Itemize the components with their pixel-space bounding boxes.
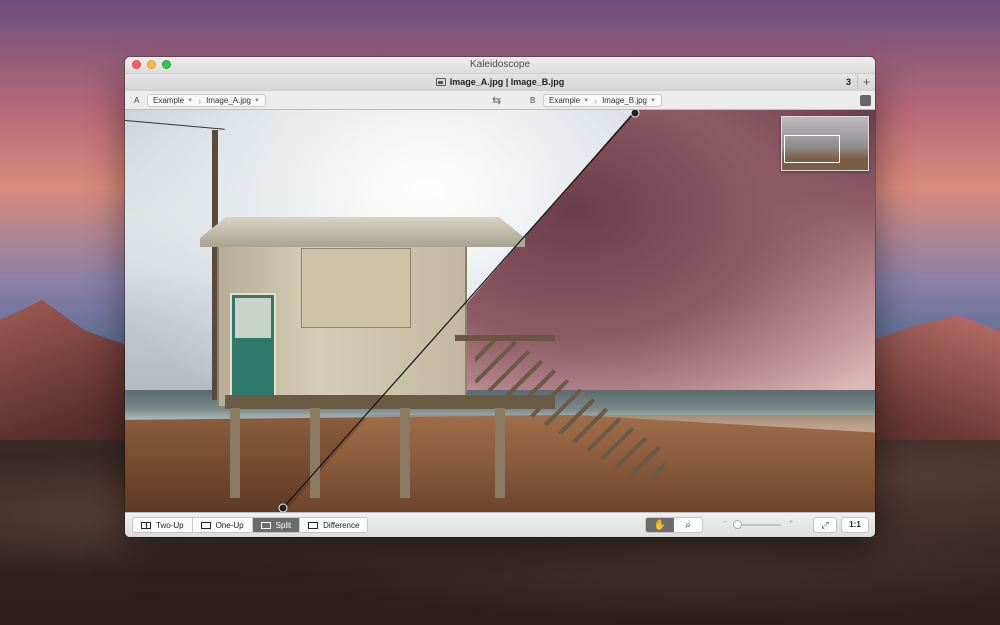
magnifier-icon: ⌕ [685,519,691,531]
tab-bar: Image_A.jpg | Image_B.jpg 3 + [125,73,875,90]
image-file-icon [435,78,446,86]
zoom-button[interactable] [162,60,171,69]
window-title: Kaleidoscope [469,59,531,70]
minimize-button[interactable] [147,60,156,69]
hut-sign-map [235,298,271,338]
chevron-down-icon: ▼ [254,97,260,104]
tab-title: Image_A.jpg | Image_B.jpg [449,77,565,87]
zoom-slider[interactable]: − + [723,519,793,530]
hand-icon: ✋ [653,519,667,531]
add-tab-button[interactable]: + [857,74,875,90]
hut-leg [310,408,320,498]
hut-warning-panel [301,248,411,328]
one-up-icon [200,521,211,529]
fit-icon: ⤢ [821,520,829,530]
mode-two-up-label: Two-Up [156,520,184,530]
hut-deck [225,395,555,409]
hut-leg [495,408,505,498]
chevron-down-icon: ▼ [583,97,590,104]
breadcrumb-a-file[interactable]: Image_A.jpg ▼ [201,96,265,105]
two-up-icon [141,521,151,529]
chevron-down-icon: ▼ [650,97,656,104]
breadcrumb-b-file-label: Image_B.jpg [602,96,647,105]
tab-count-badge: 3 [845,77,851,87]
hut-leg [230,408,240,498]
tool-segmented: ✋ ⌕ [645,517,703,533]
mode-split[interactable]: Split [252,518,301,532]
hut-leg [400,408,410,498]
zoom-tool-button[interactable]: ⌕ [674,518,702,532]
close-button[interactable] [132,60,141,69]
side-b-label: B [530,96,536,105]
side-a-label: A [134,96,140,105]
navigator-thumbnail[interactable] [781,116,869,171]
deck-railing [455,335,555,341]
navigator-viewport[interactable] [784,135,840,163]
swap-icon[interactable]: ⇆ [492,94,501,107]
breadcrumb-b-folder[interactable]: Example ▼ [544,96,594,105]
image-viewer[interactable] [125,110,875,512]
mode-one-up-label: One-Up [215,520,244,530]
split-icon [260,521,271,529]
mode-one-up[interactable]: One-Up [193,518,253,532]
breadcrumb-a-folder-label: Example [153,96,185,105]
breadcrumb-b-file[interactable]: Image_B.jpg ▼ [597,96,661,105]
traffic-lights [132,60,171,69]
pan-tool-button[interactable]: ✋ [646,518,674,532]
zoom-out-icon: − [723,519,728,526]
view-mode-segmented: Two-Up One-Up Split Difference [132,517,369,533]
hut-roof [200,217,525,247]
breadcrumb-a-folder[interactable]: Example ▼ [148,96,198,105]
title-bar[interactable]: Kaleidoscope [125,57,875,73]
fit-to-window-button[interactable]: ⤢ [813,517,837,533]
mode-difference[interactable]: Difference [300,518,367,532]
mode-two-up[interactable]: Two-Up [133,518,193,532]
breadcrumb-a-file-label: Image_A.jpg [206,96,251,105]
difference-icon [308,521,319,529]
mode-difference-label: Difference [323,520,360,530]
mode-split-label: Split [275,520,292,530]
breadcrumb-b-folder-label: Example [549,96,581,105]
comparison-tab[interactable]: Image_A.jpg | Image_B.jpg [435,77,565,87]
path-bar: A Example ▼ › Image_A.jpg ▼ ⇆ B Example ▼ ›… [125,90,875,110]
breadcrumb-a: Example ▼ › Image_A.jpg ▼ [147,94,266,107]
chevron-down-icon: ▼ [187,97,194,104]
bottom-toolbar: Two-Up One-Up Split Difference ✋ ⌕ − + ⤢… [125,512,875,537]
actual-size-button[interactable]: 1:1 [841,517,869,533]
zoom-slider-knob[interactable] [732,520,742,529]
app-window: Kaleidoscope Image_A.jpg | Image_B.jpg 3… [125,57,875,537]
zoom-in-icon: + [788,519,793,526]
file-list-icon[interactable] [860,95,871,106]
breadcrumb-b: Example ▼ › Image_B.jpg ▼ [543,94,662,107]
